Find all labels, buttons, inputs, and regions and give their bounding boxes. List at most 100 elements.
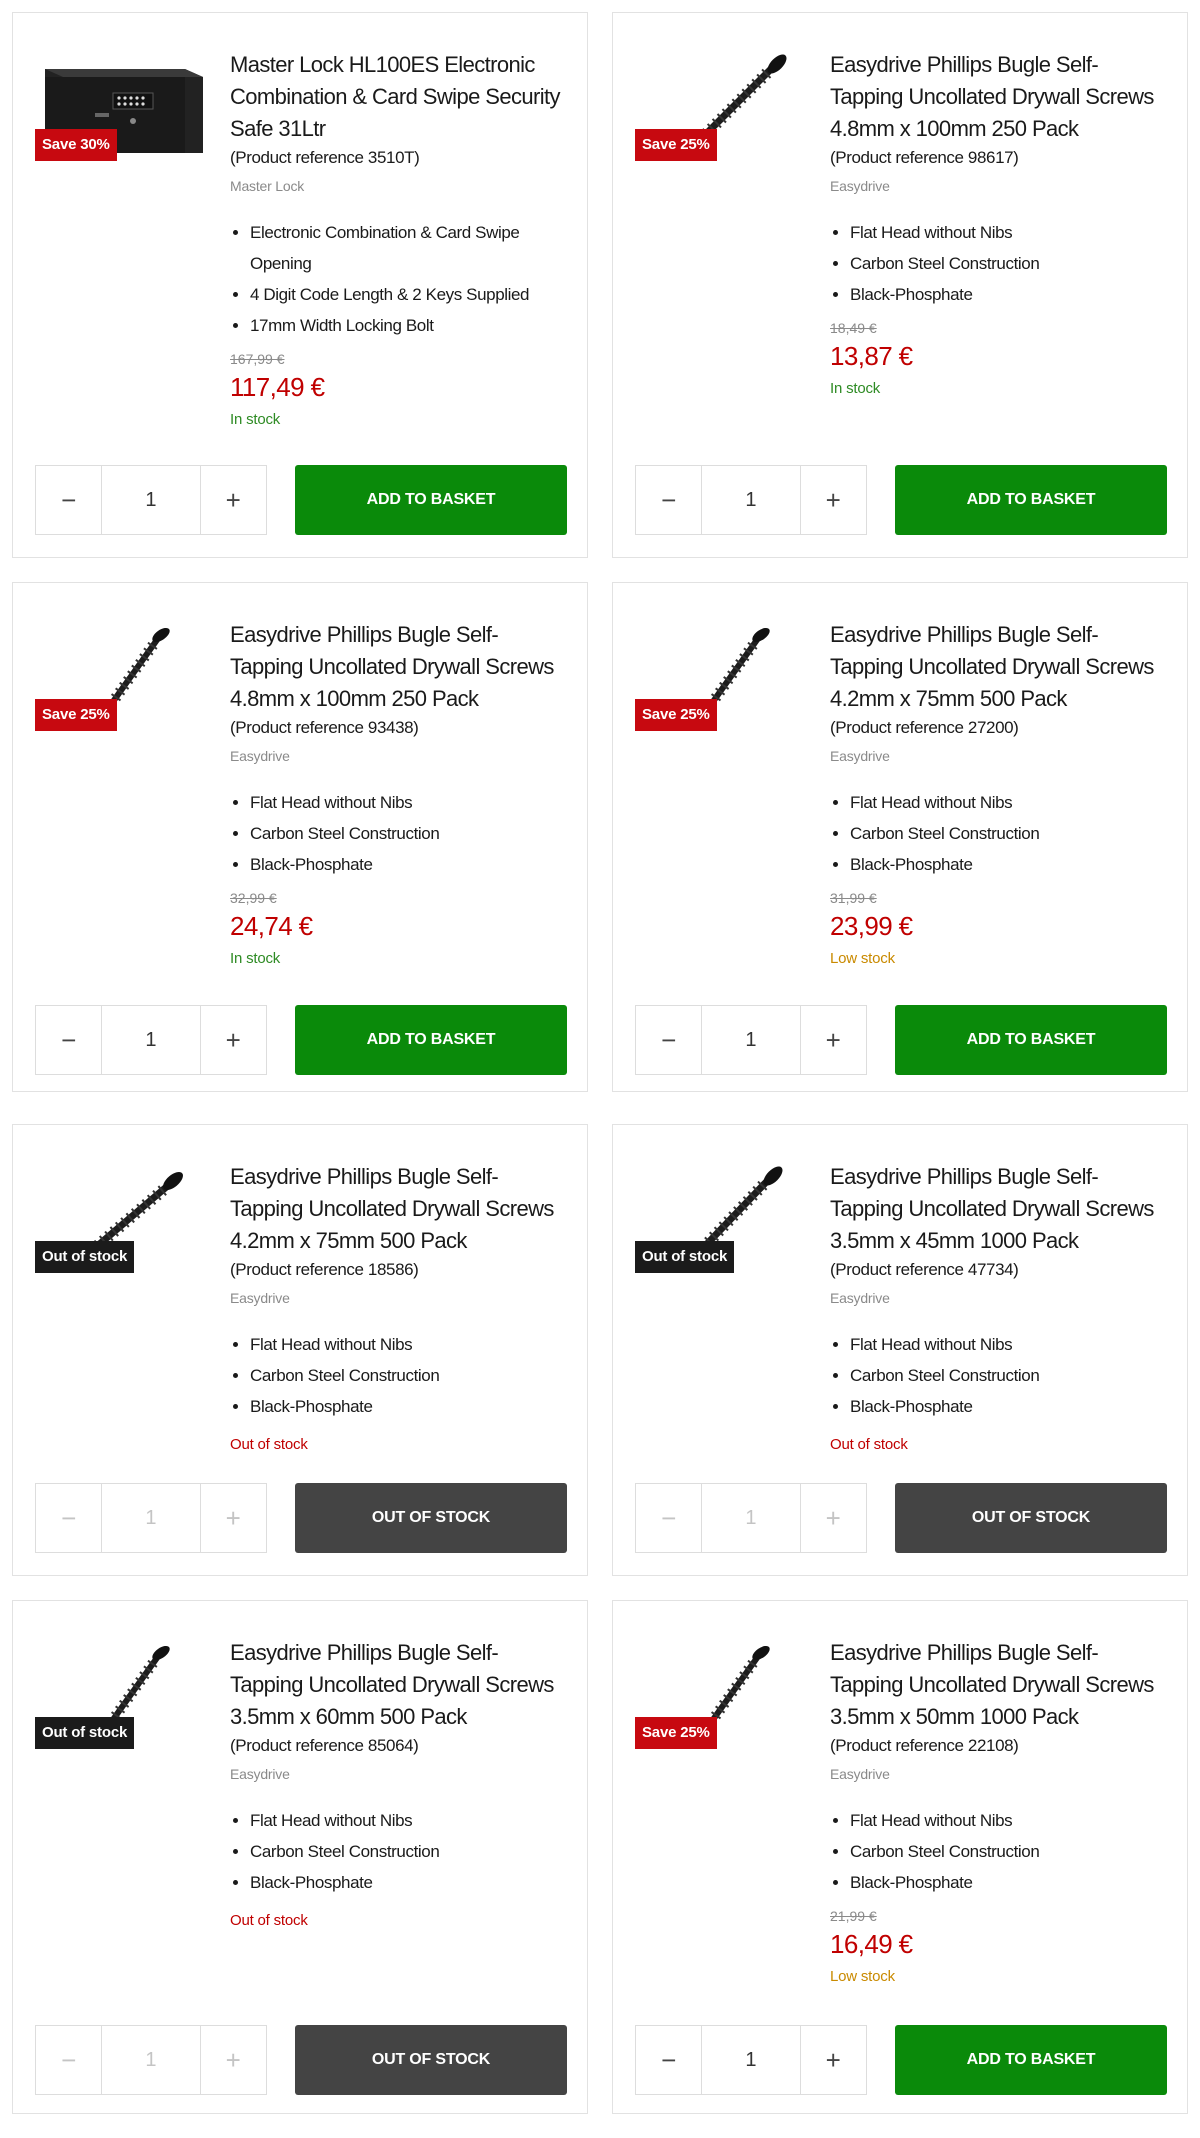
add-to-basket-button[interactable]: ADD TO BASKET [295,1005,567,1075]
quantity-stepper: − 1 + [35,1005,267,1075]
old-price: 18,49 € [830,320,877,336]
quantity-input[interactable]: 1 [701,1006,801,1074]
feature-item: Black-Phosphate [250,1867,570,1898]
add-to-basket-button[interactable]: ADD TO BASKET [895,465,1167,535]
decrease-quantity-button[interactable]: − [636,1484,701,1552]
product-info: Master Lock HL100ES Electronic Combinati… [230,49,570,433]
feature-item: Black-Phosphate [850,849,1170,880]
decrease-quantity-button[interactable]: − [36,466,101,534]
quantity-stepper: − 1 + [635,2025,867,2095]
decrease-quantity-button[interactable]: − [36,1484,101,1552]
quantity-input[interactable]: 1 [701,2026,801,2094]
feature-list: Flat Head without Nibs Carbon Steel Cons… [830,1329,1170,1422]
product-title[interactable]: Easydrive Phillips Bugle Self-Tapping Un… [830,1161,1170,1257]
product-reference: (Product reference 47734) [830,1260,1019,1279]
purchase-actions: − 1 + ADD TO BASKET [635,1005,1167,1077]
product-info: Easydrive Phillips Bugle Self-Tapping Un… [830,619,1170,972]
product-brand: Master Lock [230,178,305,194]
stock-status: In stock [230,411,281,428]
product-title[interactable]: Master Lock HL100ES Electronic Combinati… [230,49,570,145]
feature-item: Flat Head without Nibs [850,1329,1170,1360]
discount-badge: Save 30% [35,129,117,161]
feature-item: Carbon Steel Construction [850,1836,1170,1867]
product-card: Save 25% Easydrive Phillips Bugle Self-T… [612,582,1188,1092]
increase-quantity-button[interactable]: + [801,1484,866,1552]
add-to-basket-button[interactable]: ADD TO BASKET [895,2025,1167,2095]
feature-item: Carbon Steel Construction [850,818,1170,849]
product-info: Easydrive Phillips Bugle Self-Tapping Un… [230,619,570,972]
purchase-actions: − 1 + ADD TO BASKET [35,465,567,537]
stock-status: Low stock [830,1968,895,1985]
quantity-stepper: − 1 + [635,1483,867,1553]
decrease-quantity-button[interactable]: − [636,2026,701,2094]
feature-list: Flat Head without Nibs Carbon Steel Cons… [230,787,570,880]
discount-badge: Save 25% [35,699,117,731]
product-brand: Easydrive [830,1766,890,1782]
add-to-basket-button[interactable]: ADD TO BASKET [295,465,567,535]
product-reference: (Product reference 22108) [830,1736,1019,1755]
product-title[interactable]: Easydrive Phillips Bugle Self-Tapping Un… [830,49,1170,145]
current-price: 117,49 € [230,372,325,402]
feature-list: Flat Head without Nibs Carbon Steel Cons… [230,1805,570,1898]
discount-badge: Save 25% [635,699,717,731]
out-of-stock-button[interactable]: OUT OF STOCK [295,2025,567,2095]
product-grid: Save 30% Master Lock HL100ES Electronic … [0,0,1200,2138]
purchase-actions: − 1 + ADD TO BASKET [35,1005,567,1077]
old-price: 167,99 € [230,351,285,367]
purchase-actions: − 1 + OUT OF STOCK [35,1483,567,1555]
product-brand: Easydrive [230,1766,290,1782]
decrease-quantity-button[interactable]: − [36,2026,101,2094]
product-title[interactable]: Easydrive Phillips Bugle Self-Tapping Un… [830,619,1170,715]
product-brand: Easydrive [230,748,290,764]
product-card: Out of stock Easydrive Phillips Bugle Se… [12,1124,588,1576]
purchase-actions: − 1 + ADD TO BASKET [635,465,1167,537]
add-to-basket-button[interactable]: ADD TO BASKET [895,1005,1167,1075]
product-info: Easydrive Phillips Bugle Self-Tapping Un… [830,49,1170,402]
current-price: 23,99 € [830,911,913,941]
product-card: Save 30% Master Lock HL100ES Electronic … [12,12,588,558]
out-of-stock-badge: Out of stock [35,1241,135,1273]
quantity-input[interactable]: 1 [101,1006,201,1074]
decrease-quantity-button[interactable]: − [636,466,701,534]
feature-item: Flat Head without Nibs [250,787,570,818]
increase-quantity-button[interactable]: + [201,2026,266,2094]
feature-item: Flat Head without Nibs [850,1805,1170,1836]
purchase-actions: − 1 + ADD TO BASKET [635,2025,1167,2097]
out-of-stock-badge: Out of stock [635,1241,735,1273]
purchase-actions: − 1 + OUT OF STOCK [35,2025,567,2097]
out-of-stock-button[interactable]: OUT OF STOCK [895,1483,1167,1553]
increase-quantity-button[interactable]: + [201,1484,266,1552]
product-title[interactable]: Easydrive Phillips Bugle Self-Tapping Un… [230,1161,570,1257]
increase-quantity-button[interactable]: + [801,1006,866,1074]
increase-quantity-button[interactable]: + [801,466,866,534]
feature-item: Black-Phosphate [250,1391,570,1422]
feature-list: Flat Head without Nibs Carbon Steel Cons… [830,787,1170,880]
out-of-stock-button[interactable]: OUT OF STOCK [295,1483,567,1553]
quantity-stepper: − 1 + [35,465,267,535]
product-title[interactable]: Easydrive Phillips Bugle Self-Tapping Un… [830,1637,1170,1733]
decrease-quantity-button[interactable]: − [636,1006,701,1074]
product-title[interactable]: Easydrive Phillips Bugle Self-Tapping Un… [230,1637,570,1733]
increase-quantity-button[interactable]: + [801,2026,866,2094]
purchase-actions: − 1 + OUT OF STOCK [635,1483,1167,1555]
quantity-stepper: − 1 + [635,465,867,535]
feature-item: Black-Phosphate [850,1867,1170,1898]
feature-list: Flat Head without Nibs Carbon Steel Cons… [830,1805,1170,1898]
feature-list: Flat Head without Nibs Carbon Steel Cons… [230,1329,570,1422]
quantity-input[interactable]: 1 [701,466,801,534]
product-info: Easydrive Phillips Bugle Self-Tapping Un… [830,1161,1170,1458]
quantity-input[interactable]: 1 [701,1484,801,1552]
decrease-quantity-button[interactable]: − [36,1006,101,1074]
feature-list: Electronic Combination & Card Swipe Open… [230,217,570,341]
quantity-input[interactable]: 1 [101,2026,201,2094]
product-title[interactable]: Easydrive Phillips Bugle Self-Tapping Un… [230,619,570,715]
increase-quantity-button[interactable]: + [201,466,266,534]
quantity-input[interactable]: 1 [101,1484,201,1552]
stock-status: Low stock [830,950,895,967]
current-price: 13,87 € [830,341,913,371]
product-reference: (Product reference 98617) [830,148,1019,167]
feature-list: Flat Head without Nibs Carbon Steel Cons… [830,217,1170,310]
increase-quantity-button[interactable]: + [201,1006,266,1074]
quantity-input[interactable]: 1 [101,466,201,534]
quantity-stepper: − 1 + [35,1483,267,1553]
